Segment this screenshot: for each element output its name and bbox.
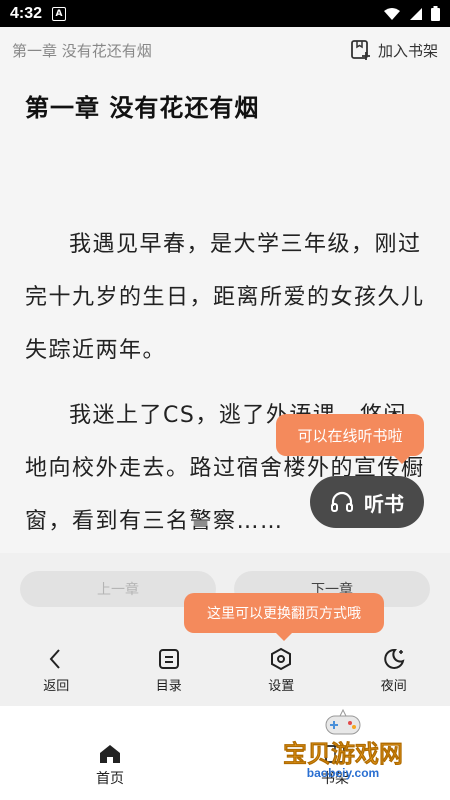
night-moon-icon <box>383 648 405 669</box>
site-watermark: 宝贝游戏网 baobeiy.com <box>268 708 418 798</box>
back-button[interactable]: 返回 <box>0 640 113 700</box>
reader-toolbar: 返回 目录 设置 夜间 <box>0 640 450 700</box>
content-paragraph: 我遇见早春，是大学三年级，刚过完十九岁的生日，距离所爱的女孩久儿失踪近两年。 <box>25 232 425 363</box>
reader-header: 第一章 没有花还有烟 加入书架 <box>0 27 450 73</box>
nav-home-label: 首页 <box>96 771 124 787</box>
wifi-icon <box>384 7 400 20</box>
add-bookshelf-label: 加入书架 <box>377 41 438 60</box>
back-label: 返回 <box>43 678 70 694</box>
catalog-icon <box>158 648 179 669</box>
app-notification-icon: A <box>52 6 67 21</box>
headphones-icon <box>331 491 353 512</box>
status-time: 4:32 <box>10 4 43 22</box>
header-chapter-name: 第一章 没有花还有烟 <box>12 41 152 60</box>
nav-home-tab[interactable]: 首页 <box>80 744 140 788</box>
back-arrow-icon <box>49 648 60 669</box>
catalog-button[interactable]: 目录 <box>113 640 226 700</box>
listen-tooltip: 可以在线听书啦 <box>276 414 424 464</box>
signal-icon <box>410 7 422 20</box>
settings-button[interactable]: 设置 <box>225 640 338 700</box>
night-label: 夜间 <box>380 678 407 694</box>
page-flip-tooltip: 这里可以更换翻页方式哦 <box>184 593 384 641</box>
listen-button[interactable]: 听书 <box>310 476 424 528</box>
listen-label: 听书 <box>364 491 404 516</box>
settings-label: 设置 <box>268 678 295 694</box>
chapter-title: 第一章 没有花还有烟 <box>25 94 260 122</box>
night-mode-button[interactable]: 夜间 <box>338 640 450 700</box>
battery-icon <box>431 6 440 21</box>
home-icon <box>100 745 120 763</box>
catalog-label: 目录 <box>155 678 182 694</box>
add-to-bookshelf-button[interactable]: 加入书架 <box>350 39 438 61</box>
watermark-url: baobeiy.com <box>306 766 380 780</box>
status-bar: 4:32 A <box>0 0 450 27</box>
settings-hexagon-icon <box>271 647 292 670</box>
watermark-text: 宝贝游戏网 <box>283 740 404 769</box>
add-bookshelf-icon <box>351 40 370 60</box>
status-icons <box>383 6 440 21</box>
